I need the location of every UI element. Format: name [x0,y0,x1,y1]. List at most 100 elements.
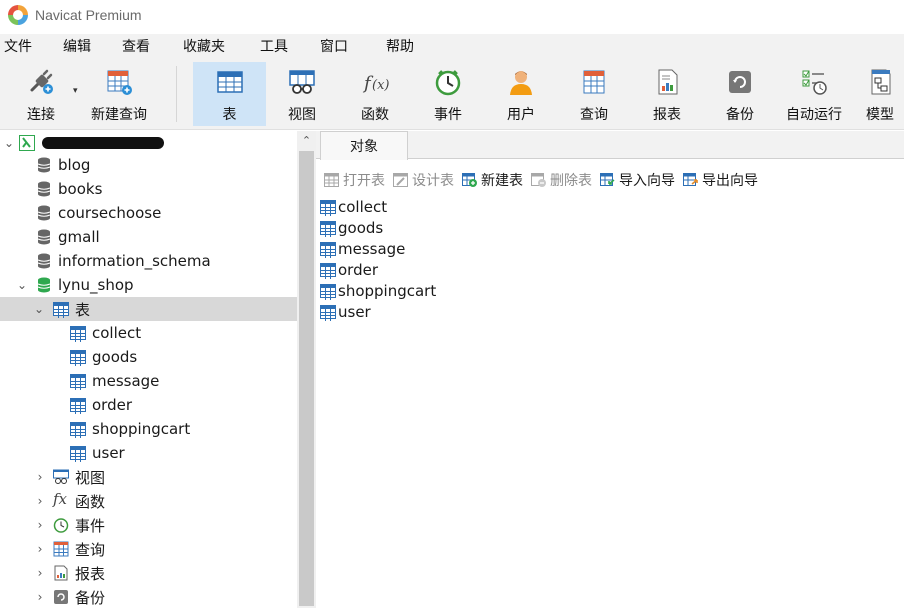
database-row-gmall[interactable]: gmall [0,225,297,249]
user-button[interactable]: 用户 [489,62,553,126]
database-row-information-schema[interactable]: information_schema [0,249,297,273]
import-wizard-label: 导入向导 [619,173,675,189]
table-icon [70,398,86,414]
chevron-right-icon[interactable]: › [34,470,46,484]
table-row-goods[interactable]: goods [0,345,297,369]
connect-label: 连接 [27,107,55,123]
object-item-collect[interactable]: collect [320,197,387,217]
menu-file[interactable]: 文件 [0,36,32,56]
object-label: user [338,303,371,321]
connect-dropdown-icon[interactable]: ▾ [73,86,78,96]
scroll-thumb[interactable] [299,151,314,606]
clock-icon [53,518,69,533]
user-icon [507,68,535,96]
group-label: 报表 [75,564,106,583]
object-item-order[interactable]: order [320,260,378,280]
menu-tools[interactable]: 工具 [256,36,288,56]
chevron-down-icon[interactable]: ⌄ [16,278,28,292]
new-query-button[interactable]: 新建查询 [86,62,152,126]
object-item-message[interactable]: message [320,239,405,259]
database-active-icon [37,277,51,293]
object-item-user[interactable]: user [320,302,371,322]
import-wizard-button[interactable]: 导入向导 [600,170,675,190]
export-wizard-label: 导出向导 [702,173,758,189]
new-table-icon [462,173,477,187]
delete-table-button[interactable]: 删除表 [531,170,592,190]
report-button[interactable]: 报表 [635,62,699,126]
events-group-row[interactable]: › 事件 [0,513,297,537]
table-icon [70,326,86,342]
tab-strip: 对象 [316,131,904,160]
object-item-shoppingcart[interactable]: shoppingcart [320,281,436,301]
table-label: goods [92,348,138,366]
database-label: information_schema [58,252,211,270]
chevron-right-icon[interactable]: › [34,542,46,556]
plug-icon [27,68,55,96]
object-label: goods [338,219,384,237]
menu-favorites[interactable]: 收藏夹 [179,36,225,56]
database-row-lynu-shop[interactable]: ⌄ lynu_shop [0,273,297,297]
menu-view[interactable]: 查看 [118,36,150,56]
view-button[interactable]: 视图 [270,62,334,126]
chevron-right-icon[interactable]: › [34,590,46,604]
database-row-coursechoose[interactable]: coursechoose [0,201,297,225]
table-row-user[interactable]: user [0,441,297,465]
table-label: shoppingcart [92,420,191,438]
table-row-order[interactable]: order [0,393,297,417]
tab-objects[interactable]: 对象 [320,131,408,160]
open-table-button[interactable]: 打开表 [324,170,385,190]
chevron-right-icon[interactable]: › [34,518,46,532]
views-group-row[interactable]: › 视图 [0,465,297,489]
design-table-button[interactable]: 设计表 [393,170,454,190]
scroll-up-arrow-icon[interactable]: ⌃ [297,131,316,149]
model-button[interactable]: 模型 [856,62,904,126]
table-button[interactable]: 表 [193,62,266,126]
table-row-shoppingcart[interactable]: shoppingcart [0,417,297,441]
reports-group-row[interactable]: › 报表 [0,561,297,585]
object-item-goods[interactable]: goods [320,218,383,238]
new-table-button[interactable]: 新建表 [462,170,523,190]
model-icon [866,68,894,96]
table-icon [70,446,86,462]
delete-table-label: 删除表 [550,173,592,189]
tables-group-row[interactable]: ⌄ 表 [0,297,297,321]
import-wizard-icon [600,173,615,186]
backup-icon [726,68,754,96]
event-button[interactable]: 事件 [416,62,480,126]
connection-icon [19,135,35,151]
chevron-down-icon[interactable]: ⌄ [33,302,45,316]
query-button[interactable]: 查询 [562,62,626,126]
function-icon: fx [53,490,68,508]
database-row-blog[interactable]: blog [0,153,297,177]
table-label: message [92,372,160,390]
auto-run-button[interactable]: 自动运行 [781,62,847,126]
backups-group-row[interactable]: › 备份 [0,585,297,608]
functions-group-row[interactable]: › fx 函数 [0,489,297,513]
export-wizard-button[interactable]: 导出向导 [683,170,758,190]
database-row-books[interactable]: books [0,177,297,201]
chevron-right-icon[interactable]: › [34,566,46,580]
new-query-label: 新建查询 [91,107,147,123]
database-label: lynu_shop [58,276,134,294]
chevron-down-icon[interactable]: ⌄ [3,136,15,150]
menu-edit[interactable]: 编辑 [59,36,91,56]
database-icon [37,205,51,221]
object-pane: 对象 打开表 设计表 新建表 删除表 导入向导 导出向导 collect goo… [316,131,904,608]
sidebar-scrollbar[interactable]: ⌃ [297,131,316,608]
menu-help[interactable]: 帮助 [382,36,414,56]
table-row-collect[interactable]: collect [0,321,297,345]
menu-window[interactable]: 窗口 [316,36,348,56]
user-label: 用户 [507,107,535,123]
function-button[interactable]: f (x) 函数 [343,62,407,126]
connection-row[interactable]: ⌄ [0,131,297,155]
function-label: 函数 [361,107,389,123]
backup-button[interactable]: 备份 [708,62,772,126]
menu-bar: 文件 编辑 查看 收藏夹 工具 窗口 帮助 [0,34,904,58]
chevron-right-icon[interactable]: › [34,494,46,508]
table-icon [320,284,336,300]
table-icon [53,302,69,318]
table-row-message[interactable]: message [0,369,297,393]
report-icon [653,68,681,96]
connect-button[interactable]: 连接 [14,62,68,126]
queries-group-row[interactable]: › 查询 [0,537,297,561]
